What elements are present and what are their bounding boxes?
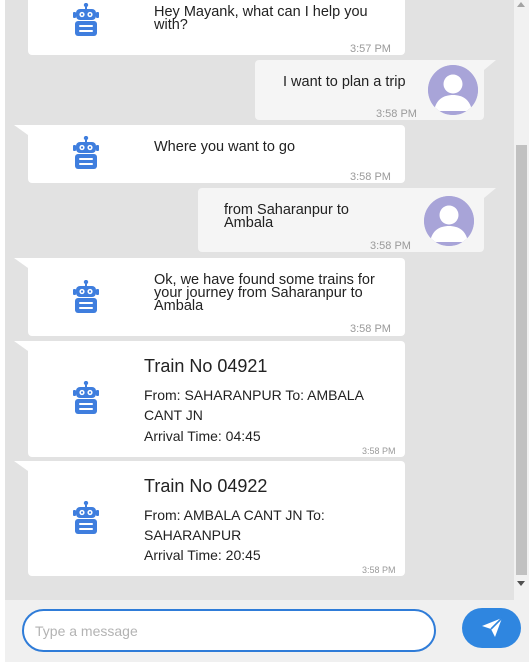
message-bubble: Train No 04921 From: SAHARANPUR To: AMBA… xyxy=(28,341,405,457)
message-text: Hey Mayank, what can I help you with? xyxy=(154,4,368,33)
train-route: From: AMBALA CANT JN To: SAHARANPUR xyxy=(144,507,325,543)
robot-icon xyxy=(73,136,99,170)
train-number: Train No 04922 xyxy=(144,476,268,496)
message-text: I want to plan a trip xyxy=(283,74,406,90)
message-input[interactable] xyxy=(22,609,436,652)
user-message: from Saharanpur to Ambala 3:58 PM xyxy=(198,188,496,252)
scroll-down-arrow-icon[interactable] xyxy=(517,581,525,586)
message-bubble: Hey Mayank, what can I help you with? 3:… xyxy=(28,0,405,55)
message-time: 3:58 PM xyxy=(362,565,396,575)
robot-icon xyxy=(73,3,99,37)
train-number: Train No 04921 xyxy=(144,356,268,376)
paper-plane-icon xyxy=(482,617,503,637)
robot-icon xyxy=(73,381,99,415)
message-time: 3:58 PM xyxy=(362,446,396,456)
robot-icon xyxy=(73,280,99,314)
message-text: Ok, we have found some trains for your j… xyxy=(154,272,375,314)
message-bubble: I want to plan a trip 3:58 PM xyxy=(255,60,484,120)
message-time: 3:58 PM xyxy=(350,171,391,183)
message-bubble: Where you want to go 3:58 PM xyxy=(28,125,405,183)
robot-icon xyxy=(73,501,99,535)
message-time: 3:57 PM xyxy=(350,43,391,55)
message-text: Where you want to go xyxy=(154,139,296,155)
chat-area[interactable]: Hey Mayank, what can I help you with? 3:… xyxy=(5,0,514,600)
train-arrival: Arrival Time: 20:45 xyxy=(144,547,261,563)
message-time: 3:58 PM xyxy=(350,323,391,335)
message-bubble: from Saharanpur to Ambala 3:58 PM xyxy=(198,188,484,252)
train-arrival: Arrival Time: 04:45 xyxy=(144,428,261,444)
scroll-up-arrow-icon[interactable] xyxy=(517,2,525,7)
train-route: From: SAHARANPUR To: AMBALA CANT JN xyxy=(144,387,364,423)
user-message: I want to plan a trip 3:58 PM xyxy=(255,60,496,120)
user-avatar-icon xyxy=(424,196,474,246)
user-avatar-icon xyxy=(428,65,478,115)
scrollbar[interactable] xyxy=(514,0,529,600)
message-time: 3:58 PM xyxy=(376,108,417,120)
message-text: from Saharanpur to Ambala xyxy=(224,202,349,231)
message-bubble: Ok, we have found some trains for your j… xyxy=(28,258,405,336)
message-bubble: Train No 04922 From: AMBALA CANT JN To: … xyxy=(28,461,405,576)
send-button[interactable] xyxy=(462,608,521,648)
message-time: 3:58 PM xyxy=(370,240,411,252)
scroll-thumb[interactable] xyxy=(516,145,527,575)
